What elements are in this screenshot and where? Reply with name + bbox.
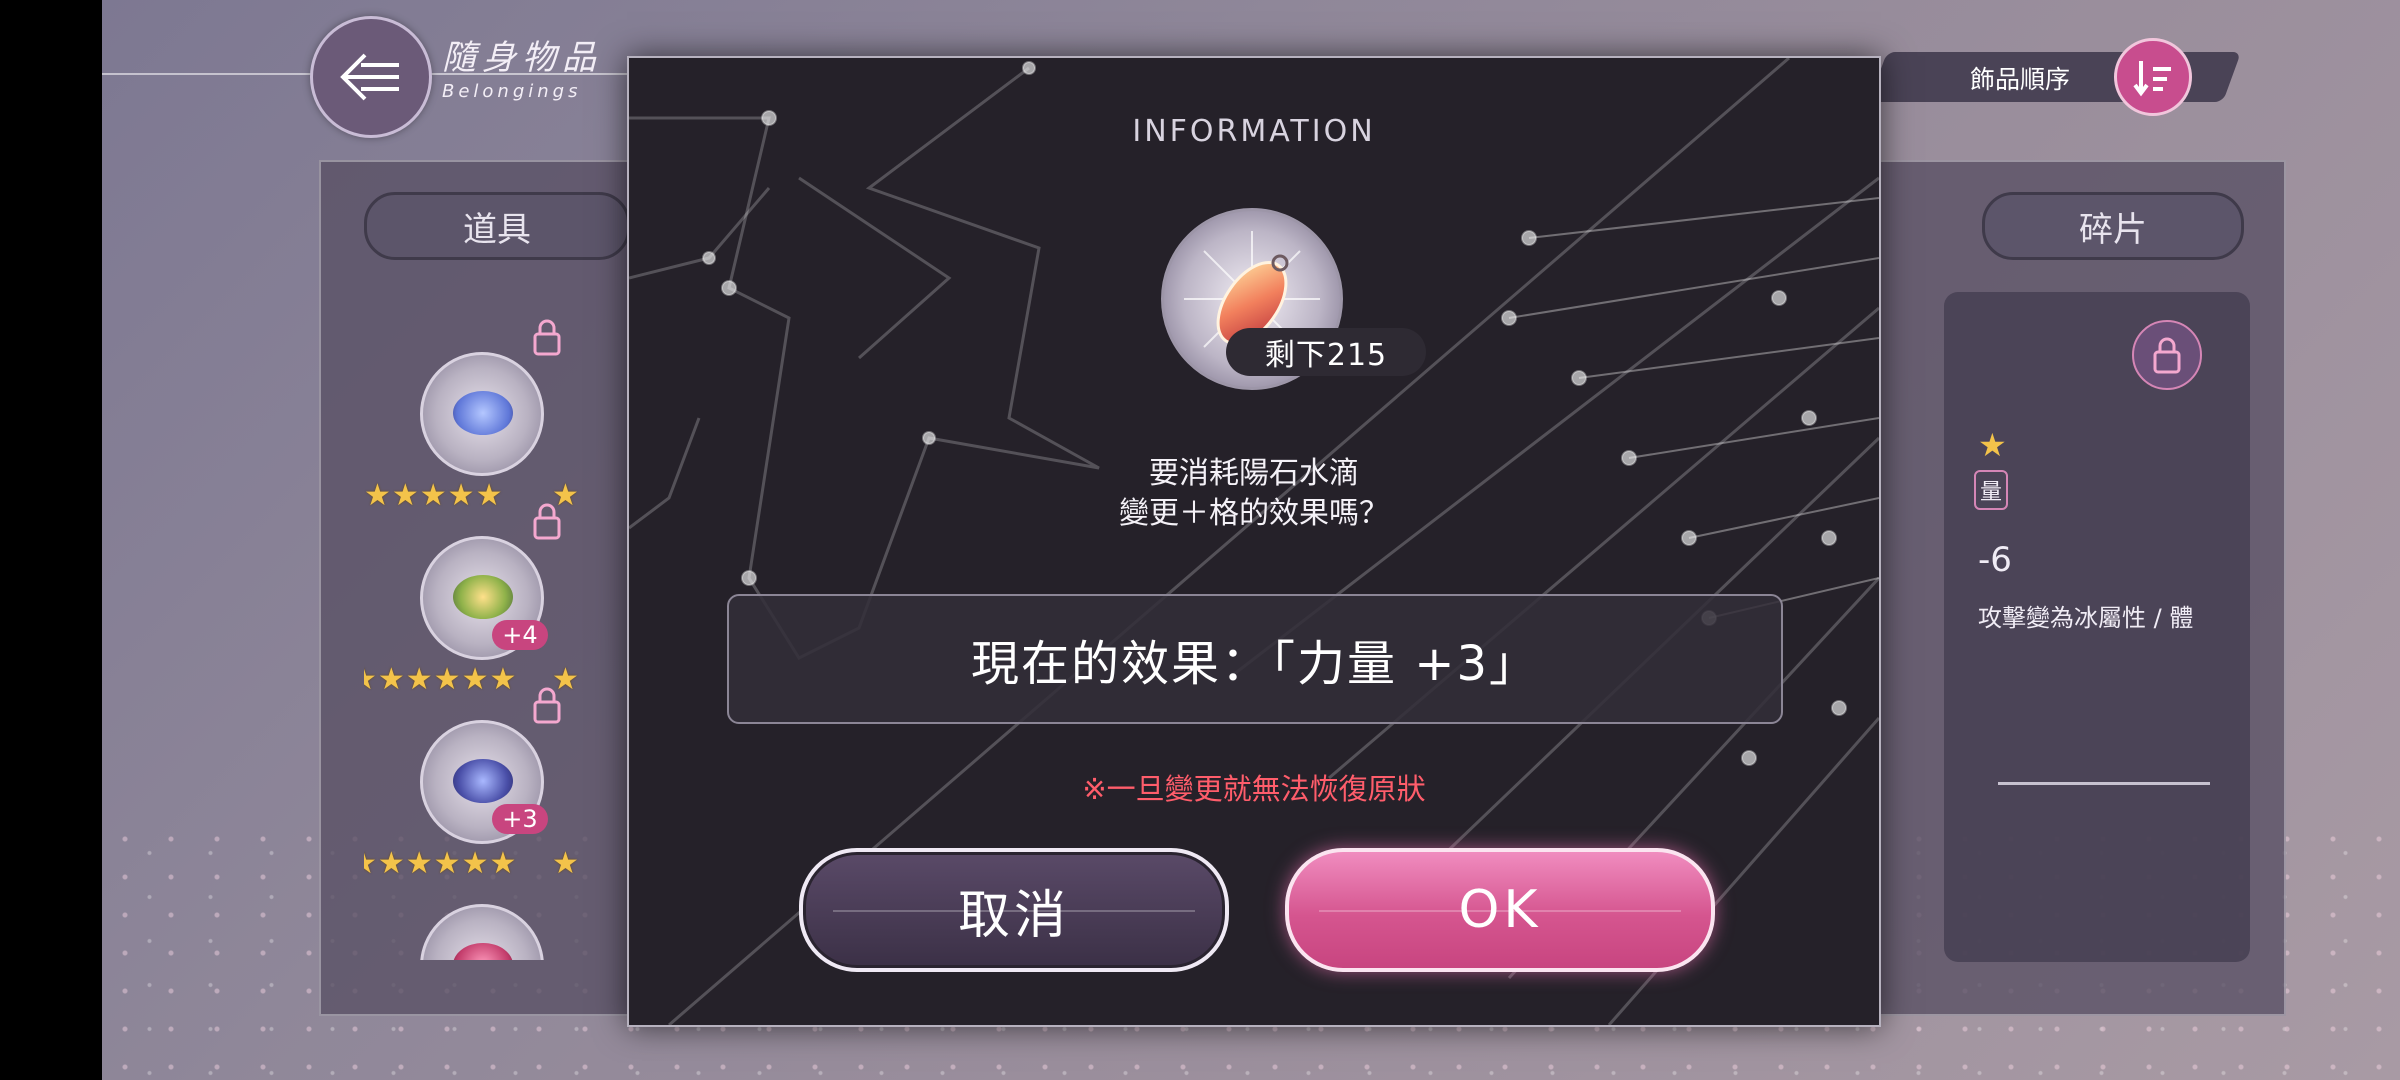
detail-badge: 量 [1974, 470, 2009, 510]
tab-fragments[interactable]: 碎片 [1982, 192, 2244, 260]
tab-items[interactable]: 道具 [364, 192, 630, 260]
page-title: 隨身物品 Belongings [442, 30, 602, 102]
page-title-text: 隨身物品 [442, 38, 602, 78]
back-button[interactable] [310, 16, 432, 138]
detail-divider [1998, 782, 2210, 785]
question-line-1: 要消耗陽石水滴 [1149, 456, 1359, 491]
rarity-stars: ★★★★★★ [364, 846, 518, 881]
question-line-2: 變更＋格的效果嗎？ [1119, 496, 1389, 531]
gem-icon [453, 575, 513, 619]
rarity-stars: ★★★★★★ [364, 662, 518, 697]
ok-button[interactable]: OK [1285, 848, 1715, 972]
item-icon [420, 904, 544, 960]
page-subtitle: Belongings [442, 81, 582, 102]
enhance-badge: +4 [492, 620, 548, 650]
detail-description: 攻擊變為冰屬性 / 體 [1978, 604, 2194, 632]
lock-icon [2153, 337, 2181, 374]
lock-icon[interactable] [532, 502, 562, 540]
cancel-button[interactable]: 取消 [799, 848, 1229, 972]
item-icon [420, 352, 544, 476]
enhance-badge: +3 [492, 804, 548, 834]
sort-order-icon [2133, 61, 2171, 97]
detail-value: -6 [1978, 540, 2012, 580]
gem-icon [453, 391, 513, 435]
ok-button-label: OK [1458, 880, 1542, 940]
current-effect-box: 現在的效果：「力量 +3」 [727, 594, 1783, 724]
lock-icon[interactable] [532, 686, 562, 724]
detail-star: ★ [1978, 426, 2007, 464]
lock-icon[interactable] [532, 318, 562, 356]
dialog-title: INFORMATION [1132, 114, 1376, 149]
sort-label: 飾品順序 [1970, 65, 2071, 94]
rarity-stars: ★★★★★ [364, 478, 504, 513]
cancel-button-label: 取消 [957, 885, 1070, 946]
back-arrow-icon [340, 53, 399, 101]
gem-icon [453, 943, 513, 960]
rarity-stars-next: ★ [552, 846, 580, 881]
information-dialog: INFORMATION 剩下215 要消耗陽石水滴 變更＋格的效果嗎？ 現在的效… [627, 56, 1881, 1027]
dialog-question: 要消耗陽石水滴 變更＋格的效果嗎？ [629, 454, 1879, 534]
gem-icon [453, 759, 513, 803]
detail-lock-button[interactable] [2132, 320, 2202, 390]
warning-text: ※一旦變更就無法恢復原狀 [1082, 772, 1426, 806]
remaining-count: 剩下215 [1226, 328, 1426, 376]
sort-order-button[interactable] [2114, 38, 2192, 116]
